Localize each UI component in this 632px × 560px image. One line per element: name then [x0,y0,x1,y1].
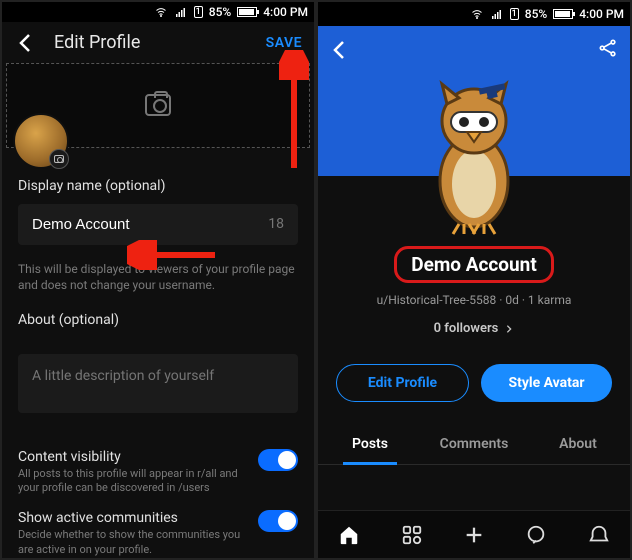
signal-icon [490,8,504,20]
active-communities-title: Show active communities [18,510,248,526]
about-label: About (optional) [18,312,298,328]
profile-actions: Edit Profile Style Avatar [318,364,630,402]
chevron-right-icon [504,324,514,334]
profile-avatar [409,66,539,236]
display-name-label: Display name (optional) [18,178,298,194]
save-button[interactable]: SAVE [266,35,302,51]
active-communities-toggle[interactable] [258,510,298,532]
profile-banner [318,26,630,176]
style-avatar-button[interactable]: Style Avatar [481,364,612,402]
content-visibility-title: Content visibility [18,449,248,465]
user-meta-line: u/Historical-Tree-5588 · 0d · 1 karma [318,293,630,307]
tab-posts[interactable]: Posts [318,424,422,464]
content-visibility-desc: All posts to this profile will appear in… [18,467,248,497]
about-section: About (optional) [2,294,314,346]
page-title: Edit Profile [54,32,266,53]
tab-comments[interactable]: Comments [422,424,526,464]
content-visibility-row: Content visibility All posts to this pro… [2,435,314,497]
about-box [18,354,298,412]
display-name-row: 18 [18,204,298,245]
about-input[interactable] [32,368,284,400]
inbox-icon[interactable] [588,524,610,546]
status-bar: 1 85% 4:00 PM [318,2,630,26]
display-name-input[interactable] [32,216,268,233]
banner-upload[interactable] [6,63,310,148]
active-communities-row: Show active communities Decide whether t… [2,496,314,558]
battery-percent: 85% [209,5,231,19]
battery-percent: 85% [525,7,547,21]
followers-link[interactable]: 0 followers [434,321,515,336]
chat-icon[interactable] [525,524,547,546]
edit-profile-button[interactable]: Edit Profile [336,364,469,402]
create-icon[interactable] [463,524,485,546]
sim-icon: 1 [510,8,519,20]
edit-profile-header: Edit Profile SAVE [2,22,314,63]
followers-count: 0 followers [434,321,499,336]
avatar-upload[interactable] [13,113,69,169]
display-name-hint: This will be displayed to viewers of you… [2,253,314,295]
signal-icon [174,6,188,18]
edit-profile-screen: 1 85% 4:00 PM Edit Profile SAVE Display … [2,2,314,558]
camera-icon [49,149,69,169]
wifi-icon [470,8,484,20]
bottom-nav [318,510,630,558]
tab-about[interactable]: About [526,424,630,464]
home-icon[interactable] [338,524,360,546]
profile-tabs: Posts Comments About [318,424,630,465]
share-icon[interactable] [598,38,618,58]
content-visibility-toggle[interactable] [258,449,298,471]
active-communities-desc: Decide whether to show the communities y… [18,528,248,558]
discover-icon[interactable] [401,524,423,546]
char-counter: 18 [268,216,284,232]
battery-icon [237,7,257,17]
profile-screen: 1 85% 4:00 PM Demo Acco [318,2,630,558]
back-icon[interactable] [328,38,352,62]
battery-icon [553,9,573,19]
camera-icon [145,94,171,116]
back-icon[interactable] [14,31,38,55]
wifi-icon [154,6,168,18]
clock: 4:00 PM [579,7,624,21]
status-bar: 1 85% 4:00 PM [2,2,314,22]
clock: 4:00 PM [263,5,308,19]
display-name: Demo Account [394,246,554,283]
sim-icon: 1 [194,6,203,18]
